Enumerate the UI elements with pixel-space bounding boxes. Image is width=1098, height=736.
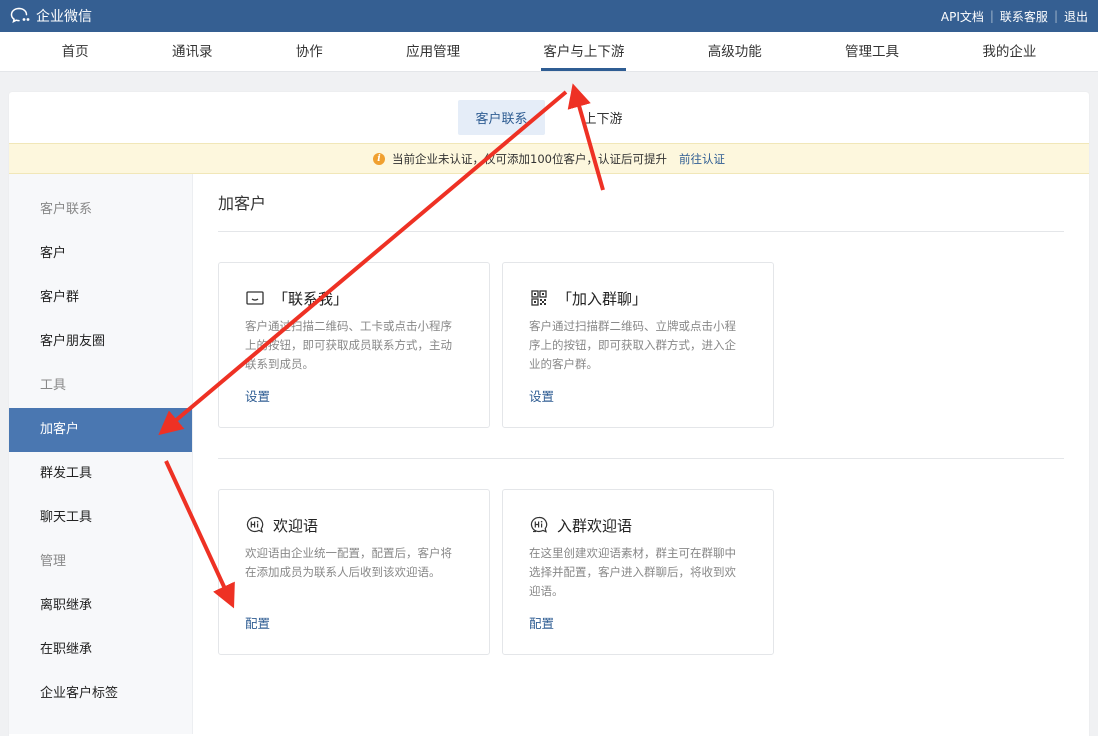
welcome-config-link[interactable]: 配置 bbox=[245, 613, 270, 632]
support-link[interactable]: 联系客服 bbox=[1000, 8, 1048, 25]
sidebar-item-chat-tools[interactable]: 聊天工具 bbox=[9, 496, 192, 540]
nav-collaboration[interactable]: 协作 bbox=[294, 32, 325, 71]
contact-me-icon bbox=[245, 289, 265, 307]
nav-advanced[interactable]: 高级功能 bbox=[706, 32, 764, 71]
sidebar-item-customer-groups[interactable]: 客户群 bbox=[9, 276, 192, 320]
sidebar-item-broadcast[interactable]: 群发工具 bbox=[9, 452, 192, 496]
app-name: 企业微信 bbox=[36, 9, 92, 25]
card-row: 欢迎语 欢迎语由企业统一配置，配置后，客户将在添加成员为联系人后收到该欢迎语。 … bbox=[218, 458, 1064, 655]
sidebar: 客户联系 客户 客户群 客户朋友圈 工具 加客户 群发工具 聊天工具 管理 离职… bbox=[9, 174, 193, 734]
sidebar-group-customer-contact: 客户联系 bbox=[40, 202, 93, 217]
hi-bubble-icon bbox=[245, 516, 265, 534]
nav-contacts[interactable]: 通讯录 bbox=[170, 32, 215, 71]
nav-app-management[interactable]: 应用管理 bbox=[404, 32, 462, 71]
tab-customer-contact[interactable]: 客户联系 bbox=[458, 100, 545, 135]
nav-admin-tools[interactable]: 管理工具 bbox=[843, 32, 901, 71]
verification-notice: i 当前企业未认证，仅可添加100位客户，认证后可提升 前往认证 bbox=[9, 143, 1089, 174]
card-group-welcome: 入群欢迎语 在这里创建欢迎语素材，群主可在群聊中选择并配置，客户进入群聊后，将收… bbox=[502, 489, 774, 655]
card-row: 「联系我」 客户通过扫描二维码、工卡或点击小程序上的按钮，即可获取成员联系方式，… bbox=[218, 232, 1064, 428]
main-nav: 首页 通讯录 协作 应用管理 客户与上下游 高级功能 管理工具 我的企业 bbox=[0, 32, 1098, 72]
content-panel: 客户联系 上下游 i 当前企业未认证，仅可添加100位客户，认证后可提升 前往认… bbox=[9, 92, 1089, 736]
divider: | bbox=[989, 9, 994, 23]
join-group-settings-link[interactable]: 设置 bbox=[529, 386, 554, 405]
info-icon: i bbox=[373, 152, 386, 165]
sidebar-item-add-customer[interactable]: 加客户 bbox=[9, 408, 192, 452]
brand[interactable]: 企业微信 bbox=[10, 6, 92, 26]
card-title: 「加入群聊」 bbox=[557, 289, 648, 308]
tab-upstream-downstream[interactable]: 上下游 bbox=[567, 100, 640, 135]
group-hi-bubble-icon bbox=[529, 516, 549, 534]
api-docs-link[interactable]: API文档 bbox=[941, 8, 984, 25]
nav-customers-upstream[interactable]: 客户与上下游 bbox=[541, 32, 627, 71]
sidebar-item-resigned-inheritance[interactable]: 离职继承 bbox=[9, 584, 192, 628]
card-title: 欢迎语 bbox=[273, 516, 319, 535]
wework-logo-icon bbox=[10, 7, 30, 24]
top-links: API文档 | 联系客服 | 退出 bbox=[941, 8, 1088, 25]
page-title: 加客户 bbox=[218, 174, 1064, 232]
card-description: 欢迎语由企业统一配置，配置后，客户将在添加成员为联系人后收到该欢迎语。 bbox=[245, 546, 452, 579]
card-description: 客户通过扫描二维码、工卡或点击小程序上的按钮，即可获取成员联系方式，主动联系到成… bbox=[245, 319, 452, 371]
sidebar-group-management: 管理 bbox=[40, 554, 67, 569]
card-join-group: 「加入群聊」 客户通过扫描群二维码、立牌或点击小程序上的按钮，即可获取入群方式，… bbox=[502, 262, 774, 428]
contact-me-settings-link[interactable]: 设置 bbox=[245, 386, 270, 405]
card-welcome-message: 欢迎语 欢迎语由企业统一配置，配置后，客户将在添加成员为联系人后收到该欢迎语。 … bbox=[218, 489, 490, 655]
main-area: 加客户 「联系我」 客户通过扫描二维码、工卡或点击小程序上的按钮，即可获取成员联… bbox=[193, 174, 1089, 734]
sidebar-item-customers[interactable]: 客户 bbox=[9, 232, 192, 276]
group-welcome-config-link[interactable]: 配置 bbox=[529, 613, 554, 632]
logout-link[interactable]: 退出 bbox=[1064, 8, 1088, 25]
card-contact-me: 「联系我」 客户通过扫描二维码、工卡或点击小程序上的按钮，即可获取成员联系方式，… bbox=[218, 262, 490, 428]
card-description: 在这里创建欢迎语素材，群主可在群聊中选择并配置，客户进入群聊后，将收到欢迎语。 bbox=[529, 546, 736, 598]
card-title: 入群欢迎语 bbox=[557, 516, 633, 535]
qr-code-icon bbox=[529, 289, 549, 307]
top-bar: 企业微信 API文档 | 联系客服 | 退出 bbox=[0, 0, 1098, 32]
content-area: 客户联系 客户 客户群 客户朋友圈 工具 加客户 群发工具 聊天工具 管理 离职… bbox=[9, 174, 1089, 734]
sidebar-item-active-inheritance[interactable]: 在职继承 bbox=[9, 628, 192, 672]
sidebar-item-moments[interactable]: 客户朋友圈 bbox=[9, 320, 192, 364]
sidebar-group-tools: 工具 bbox=[40, 378, 67, 393]
divider: | bbox=[1053, 9, 1058, 23]
nav-home[interactable]: 首页 bbox=[60, 32, 91, 71]
nav-my-company[interactable]: 我的企业 bbox=[980, 32, 1038, 71]
card-title: 「联系我」 bbox=[273, 289, 349, 308]
notice-text: 当前企业未认证，仅可添加100位客户，认证后可提升 bbox=[392, 151, 667, 166]
sidebar-item-customer-tags[interactable]: 企业客户标签 bbox=[9, 672, 192, 716]
go-verify-link[interactable]: 前往认证 bbox=[679, 151, 725, 167]
sub-tabs: 客户联系 上下游 bbox=[9, 92, 1089, 143]
card-description: 客户通过扫描群二维码、立牌或点击小程序上的按钮，即可获取入群方式，进入企业的客户… bbox=[529, 319, 736, 371]
